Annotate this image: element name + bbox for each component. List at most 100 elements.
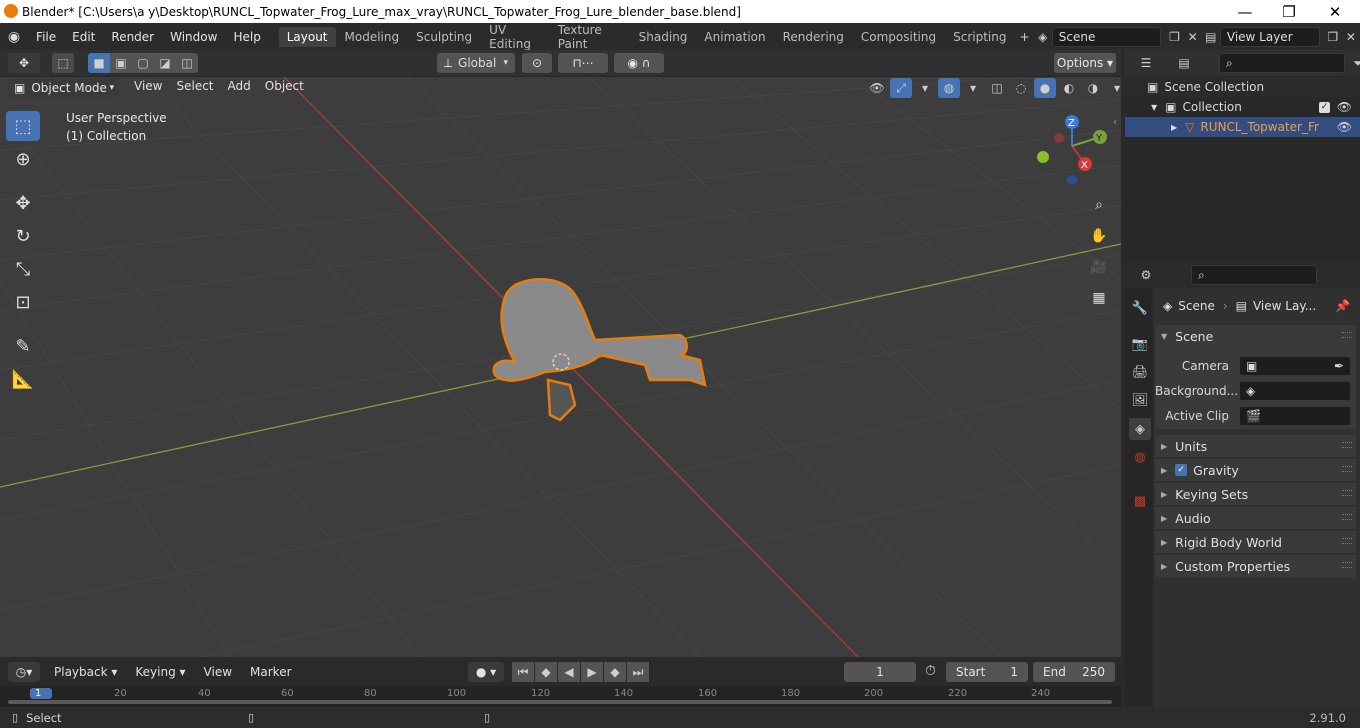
menu-edit[interactable]: Edit xyxy=(64,30,103,44)
tool-properties-tab-icon[interactable]: 🔧 xyxy=(1129,297,1151,319)
eye-icon[interactable]: 👁 xyxy=(1337,120,1352,134)
background-scene-field[interactable]: ◈ xyxy=(1239,381,1351,401)
eye-icon[interactable]: 👁 xyxy=(1337,100,1352,114)
view-layer-icon[interactable]: ▤ xyxy=(1202,27,1220,47)
mode-dropdown[interactable]: ▣ Object Mode ▾ xyxy=(8,78,118,98)
timeline-menu-marker[interactable]: Marker xyxy=(244,663,297,681)
jump-start-icon[interactable]: ⏮ xyxy=(512,662,534,682)
editor-type-icon[interactable]: ✥ xyxy=(8,53,40,73)
start-frame-field[interactable]: Start 1 xyxy=(946,662,1028,682)
tab-animation[interactable]: Animation xyxy=(696,27,773,47)
play-icon[interactable]: ▶ xyxy=(581,662,603,682)
outliner-editor-icon[interactable]: ☰ xyxy=(1135,53,1157,73)
maximize-button[interactable]: ❐ xyxy=(1266,0,1312,23)
measure-tool-icon[interactable]: 📐 xyxy=(6,364,40,394)
output-properties-tab-icon[interactable]: 🖨 xyxy=(1129,361,1151,383)
close-button[interactable]: ✕ xyxy=(1312,0,1358,23)
gravity-checkbox[interactable]: ✓ xyxy=(1175,464,1188,476)
timeline-menu-view[interactable]: View xyxy=(198,663,238,681)
audio-panel-header[interactable]: ▶ Audio xyxy=(1155,507,1356,529)
end-frame-field[interactable]: End 250 xyxy=(1033,662,1115,682)
annotate-tool-icon[interactable]: ✎ xyxy=(6,331,40,361)
gizmo-toggle-icon[interactable]: ⤢ xyxy=(890,78,912,98)
units-panel-header[interactable]: ▶ Units xyxy=(1155,435,1356,457)
menu-window[interactable]: Window xyxy=(162,30,225,44)
tab-scripting[interactable]: Scripting xyxy=(945,27,1014,47)
viewport-menu-add[interactable]: Add xyxy=(222,77,257,95)
blender-menu-icon[interactable]: ◉ xyxy=(0,29,28,45)
tab-rendering[interactable]: Rendering xyxy=(775,27,852,47)
jump-keyframe-forward-icon[interactable]: ◆ xyxy=(604,662,626,682)
select-tool-icon[interactable]: ⬚ xyxy=(6,111,40,141)
zoom-icon[interactable]: ⌕ xyxy=(1086,192,1112,218)
visibility-icon[interactable]: 👁 xyxy=(866,78,888,98)
tab-sculpting[interactable]: Sculpting xyxy=(408,27,480,47)
outliner-row-collection[interactable]: ▼ ▣ Collection ✓ 👁 xyxy=(1125,97,1360,117)
gravity-panel-header[interactable]: ▶ ✓ Gravity xyxy=(1155,459,1356,481)
scene-selector[interactable]: Scene xyxy=(1051,26,1162,47)
scene-icon[interactable]: ◈ xyxy=(1034,27,1052,47)
view-layer-copy-icon[interactable]: ❐ xyxy=(1324,27,1342,47)
select-intersect-icon[interactable]: ◫ xyxy=(176,53,198,73)
pin-icon[interactable]: 📌 xyxy=(1335,299,1350,313)
tab-uv-editing[interactable]: UV Editing xyxy=(481,20,549,54)
viewport-menu-view[interactable]: View xyxy=(128,77,168,95)
play-reverse-icon[interactable]: ◀ xyxy=(558,662,580,682)
tab-modeling[interactable]: Modeling xyxy=(337,27,408,47)
properties-editor-icon[interactable]: ⚙ xyxy=(1135,265,1157,285)
texture-properties-tab-icon[interactable]: ▩ xyxy=(1129,490,1151,512)
auto-keying-icon[interactable]: ● ▾ xyxy=(468,662,504,682)
custom-properties-panel-header[interactable]: ▶ Custom Properties xyxy=(1155,555,1356,577)
timeline-editor-type-icon[interactable]: ◷▾ xyxy=(8,662,40,682)
navigation-gizmo[interactable]: Z X Y xyxy=(1030,110,1120,190)
scene-panel-header[interactable]: ▼ Scene xyxy=(1155,325,1356,347)
menu-help[interactable]: Help xyxy=(225,30,268,44)
outliner-row-scene-collection[interactable]: ▣ Scene Collection xyxy=(1125,77,1360,97)
select-new-icon[interactable]: ■ xyxy=(88,53,110,73)
render-properties-tab-icon[interactable]: 📷 xyxy=(1129,333,1151,355)
cursor-tool-icon[interactable]: ⊕ xyxy=(6,144,40,174)
proportional-edit-icon[interactable]: ◉ ∩ xyxy=(614,53,664,73)
view-layer-tab-icon[interactable]: 🖼 xyxy=(1129,389,1151,411)
ortho-grid-icon[interactable]: ▦ xyxy=(1086,285,1112,311)
keying-sets-panel-header[interactable]: ▶ Keying Sets xyxy=(1155,483,1356,505)
viewport-menu-object[interactable]: Object xyxy=(259,77,310,95)
filter-icon[interactable]: ⏷ xyxy=(1347,53,1360,73)
current-frame-field[interactable]: 1 xyxy=(844,662,916,682)
snap-icon[interactable]: ⊓⋯ xyxy=(558,53,608,73)
expand-icon[interactable]: ▼ xyxy=(1151,103,1157,112)
display-mode-icon[interactable]: ▤ xyxy=(1173,53,1195,73)
pivot-point-icon[interactable]: ⊙ xyxy=(522,53,552,73)
scene-copy-icon[interactable]: ❐ xyxy=(1165,27,1183,47)
pan-hand-icon[interactable]: ✋ xyxy=(1086,223,1112,249)
options-dropdown[interactable]: Options ▾ xyxy=(1054,53,1116,73)
menu-render[interactable]: Render xyxy=(103,30,162,44)
properties-search-input[interactable]: ⌕ xyxy=(1191,265,1317,285)
jump-end-icon[interactable]: ⏭ xyxy=(627,662,649,682)
outliner-row-object[interactable]: ▶ ▽ RUNCL_Topwater_Fr 👁 xyxy=(1125,117,1360,137)
overlay-dropdown-icon[interactable]: ▾ xyxy=(962,78,984,98)
tab-layout[interactable]: Layout xyxy=(278,26,336,47)
transform-orientation-dropdown[interactable]: ⟂ Global ▾ xyxy=(437,53,515,73)
shading-wireframe-icon[interactable]: ◌ xyxy=(1010,78,1032,98)
timeline-scrollbar[interactable] xyxy=(8,700,1112,704)
overlay-toggle-icon[interactable]: ◍ xyxy=(938,78,960,98)
shading-solid-icon[interactable]: ● xyxy=(1034,78,1056,98)
view-layer-selector[interactable]: View Layer xyxy=(1219,26,1320,47)
transform-tool-icon[interactable]: ⊡ xyxy=(6,287,40,317)
select-subtract-icon[interactable]: ▢ xyxy=(132,53,154,73)
exclude-checkbox[interactable]: ✓ xyxy=(1319,101,1330,113)
xray-toggle-icon[interactable]: ◫ xyxy=(986,78,1008,98)
camera-field[interactable]: ▣ ✒ xyxy=(1239,356,1351,376)
scene-remove-icon[interactable]: ✕ xyxy=(1184,27,1202,47)
view-layer-remove-icon[interactable]: ✕ xyxy=(1342,27,1360,47)
minimize-button[interactable]: — xyxy=(1222,0,1268,23)
rigid-body-world-panel-header[interactable]: ▶ Rigid Body World xyxy=(1155,531,1356,553)
viewport-menu-select[interactable]: Select xyxy=(170,77,219,95)
move-tool-icon[interactable]: ✥ xyxy=(6,188,40,218)
camera-view-icon[interactable]: 🎥 xyxy=(1086,254,1112,280)
outliner-search-input[interactable]: ⌕ xyxy=(1219,53,1345,73)
shading-material-icon[interactable]: ◐ xyxy=(1058,78,1080,98)
select-invert-icon[interactable]: ◪ xyxy=(154,53,176,73)
expand-icon[interactable]: ▶ xyxy=(1171,123,1177,132)
